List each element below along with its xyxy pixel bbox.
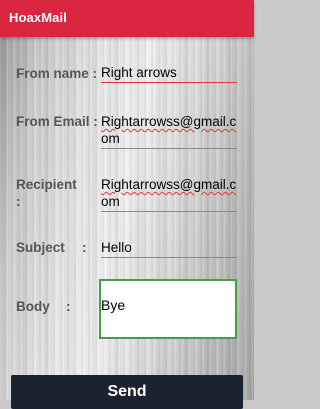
- from-name-value: Right arrows: [101, 65, 177, 80]
- body-label-colon: :: [66, 299, 71, 314]
- subject-value: Hello: [101, 240, 132, 255]
- recipient-value-line1: Rightarrowss@gmail.c: [101, 177, 237, 192]
- body-label: Body: [16, 299, 50, 314]
- from-email-field[interactable]: Rightarrowss@gmail.c om: [101, 113, 237, 149]
- recipient-label-text: Recipient: [16, 177, 77, 192]
- recipient-label: Recipient :: [16, 176, 77, 210]
- body-value: Bye: [101, 297, 126, 313]
- compose-form: [0, 37, 254, 400]
- app-bar: HoaxMail: [0, 0, 254, 37]
- from-email-value-line1: Rightarrowss@gmail.c: [101, 114, 237, 129]
- app-title: HoaxMail: [9, 10, 67, 25]
- from-email-label: From Email :: [16, 114, 98, 129]
- from-email-value-line2: om: [101, 131, 120, 146]
- from-name-label: From name :: [16, 66, 98, 81]
- recipient-value-line2: om: [101, 194, 120, 209]
- subject-label-colon: :: [82, 240, 87, 255]
- recipient-label-colon: :: [16, 194, 21, 209]
- subject-field[interactable]: Hello: [101, 239, 237, 258]
- body-textarea[interactable]: Bye: [99, 279, 237, 339]
- from-name-field[interactable]: Right arrows: [101, 64, 237, 83]
- recipient-field[interactable]: Rightarrowss@gmail.c om: [101, 176, 237, 212]
- subject-label: Subject: [16, 240, 65, 255]
- send-button[interactable]: Send: [11, 375, 243, 409]
